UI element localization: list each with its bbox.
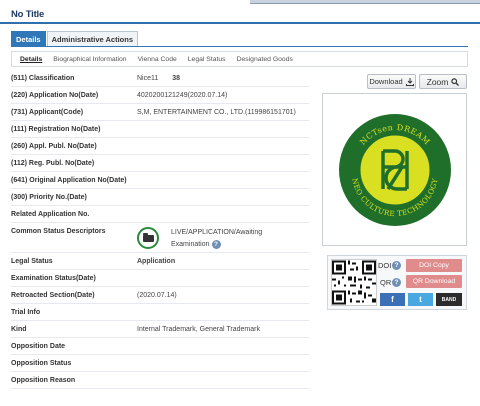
download-label: Download <box>369 77 403 86</box>
sub-tabs: Details Biographical Information Vienna … <box>11 51 468 67</box>
main-tabs-divider <box>11 46 468 47</box>
subtab-designated-goods[interactable]: Designated Goods <box>237 56 293 63</box>
qr-download-label: QR Download <box>412 278 456 285</box>
status-line-1: LIVE/APPLICATION/Awaiting <box>171 229 263 236</box>
qr-download-button[interactable]: QR Download <box>406 275 462 288</box>
details-table: (511) Classification Nice11 38 (220) App… <box>11 70 309 389</box>
row-legal-status: Legal Status Application <box>11 253 309 270</box>
status-line-2: Examination? <box>171 239 262 251</box>
row-reg-publ-no: (112) Reg. Publ. No(Date) <box>11 155 309 172</box>
row-registration-no: (111) Registration No(Date) <box>11 121 309 138</box>
field-label: (111) Registration No(Date) <box>11 125 101 133</box>
field-label: (511) Classification <box>11 74 75 82</box>
band-share-button[interactable]: BAND <box>436 293 462 306</box>
field-label: (112) Reg. Publ. No(Date) <box>11 159 95 167</box>
field-label: Common Status Descriptors <box>11 228 106 235</box>
field-label: Trial Info <box>11 308 41 316</box>
field-label: Opposition Reason <box>11 376 76 384</box>
field-label: Related Application No. <box>11 210 90 218</box>
subtab-details[interactable]: Details <box>20 56 42 63</box>
tab-administrative-actions[interactable]: Administrative Actions <box>46 31 139 47</box>
row-original-application-no: (641) Original Application No(Date) <box>11 172 309 189</box>
row-retroacted-section: Retroacted Section(Date) (2020.07.14) <box>11 287 309 304</box>
doi-copy-button[interactable]: DOI Copy <box>406 259 462 272</box>
page-title: No Title <box>11 9 45 20</box>
qr-help-icon[interactable]: ? <box>392 278 401 287</box>
search-icon <box>451 77 460 86</box>
tab-details[interactable]: Details <box>11 31 46 47</box>
field-label: Opposition Date <box>11 342 66 350</box>
facebook-share-button[interactable]: f <box>380 293 405 306</box>
zoom-button[interactable]: Zoom <box>419 74 467 89</box>
browser-top-strip <box>250 0 480 4</box>
field-value: LIVE/APPLICATION/Awaiting Examination? <box>137 227 309 251</box>
field-value: (2020.07.14) <box>137 291 177 299</box>
field-label: Legal Status <box>11 257 53 265</box>
row-opposition-reason: Opposition Reason <box>11 372 309 389</box>
qr-code <box>331 259 377 306</box>
nice-code: Nice11 <box>137 74 159 82</box>
application-status-icon <box>137 227 159 249</box>
row-opposition-status: Opposition Status <box>11 355 309 372</box>
trademark-logo: NCTsen DREAM NEO CULTURE TECHNOLOGY <box>338 113 451 226</box>
row-application-no: (220) Application No(Date) 4020200121249… <box>11 87 309 104</box>
qr-label: QR <box>380 278 392 287</box>
status-line-2-text: Examination <box>171 241 210 248</box>
row-trial-info: Trial Info <box>11 304 309 321</box>
row-kind: Kind Internal Trademark, General Tradema… <box>11 321 309 338</box>
share-panel: DOI ? QR ? DOI Copy QR Download f t BAND <box>327 255 467 310</box>
subtab-legal-status[interactable]: Legal Status <box>188 56 226 63</box>
band-icon: BAND <box>441 296 457 303</box>
field-label: Retroacted Section(Date) <box>11 291 95 299</box>
row-classification: (511) Classification Nice11 38 <box>11 70 309 87</box>
zoom-label: Zoom <box>426 76 449 87</box>
main-tabs: Details Administrative Actions <box>11 31 139 47</box>
subtab-vienna-code[interactable]: Vienna Code <box>138 56 177 63</box>
row-applicant: (731) Applicant(Code) S,M, ENTERTAINMENT… <box>11 104 309 121</box>
title-divider <box>0 22 480 24</box>
twitter-icon: t <box>419 295 422 304</box>
field-label: Kind <box>11 325 27 333</box>
row-examination-status: Examination Status(Date) <box>11 270 309 287</box>
download-icon <box>405 77 414 86</box>
field-label: (641) Original Application No(Date) <box>11 176 127 184</box>
row-related-application-no: Related Application No. <box>11 206 309 223</box>
status-descriptor: LIVE/APPLICATION/Awaiting Examination? <box>171 227 262 251</box>
twitter-share-button[interactable]: t <box>408 293 433 306</box>
field-value: 4020200121249(2020.07.14) <box>137 91 228 99</box>
doi-copy-label: DOI Copy <box>419 262 449 269</box>
row-priority-no: (300) Priority No.(Date) <box>11 189 309 206</box>
doi-help-icon[interactable]: ? <box>392 261 401 270</box>
subtab-biographical-information[interactable]: Biographical Information <box>53 56 126 63</box>
facebook-icon: f <box>391 295 394 304</box>
field-value: Nice11 38 <box>137 75 309 82</box>
field-label: Examination Status(Date) <box>11 274 96 282</box>
doi-label: DOI <box>378 261 392 270</box>
field-label: (220) Application No(Date) <box>11 91 99 99</box>
field-value: Internal Trademark, General Trademark <box>137 325 260 333</box>
field-value: Application <box>137 257 176 265</box>
field-label: (260) Appl. Publ. No(Date) <box>11 142 97 150</box>
trademark-image-frame[interactable]: NCTsen DREAM NEO CULTURE TECHNOLOGY <box>322 93 467 246</box>
row-common-status: Common Status Descriptors LIVE/APPLICATI… <box>11 223 309 253</box>
help-icon[interactable]: ? <box>211 239 221 249</box>
folder-icon <box>142 232 154 242</box>
field-label: (300) Priority No.(Date) <box>11 193 87 201</box>
field-value: S,M, ENTERTAINMENT CO., LTD.(11998615170… <box>137 108 296 116</box>
row-opposition-date: Opposition Date <box>11 338 309 355</box>
field-label: (731) Applicant(Code) <box>11 108 84 116</box>
nice-class-number: 38 <box>172 74 181 82</box>
download-button[interactable]: Download <box>367 74 416 89</box>
row-appl-publ-no: (260) Appl. Publ. No(Date) <box>11 138 309 155</box>
field-label: Opposition Status <box>11 359 72 367</box>
